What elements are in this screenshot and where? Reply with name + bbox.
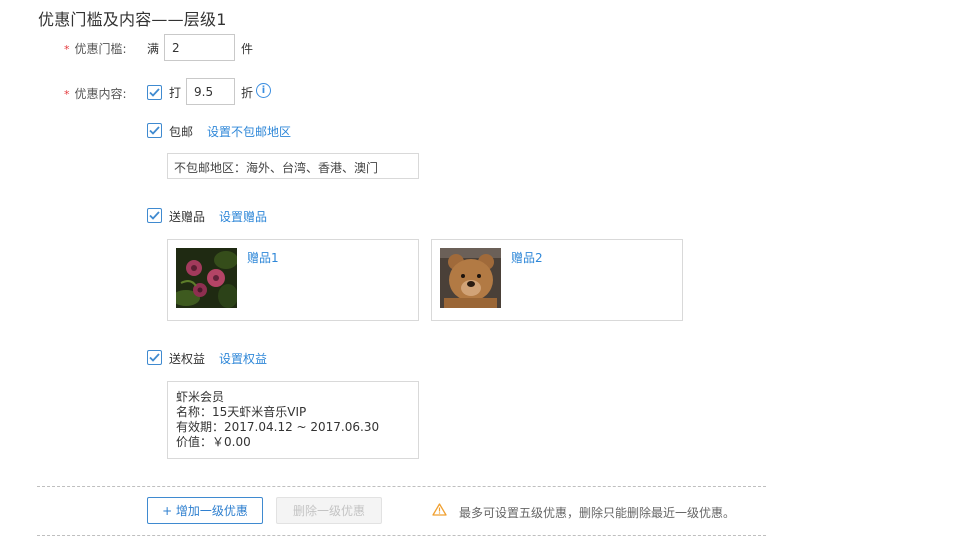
divider-bottom: [37, 535, 766, 536]
delete-level-button[interactable]: 删除一级优惠: [276, 497, 382, 524]
excluded-regions-text: 不包邮地区：海外、台湾、香港、澳门: [174, 161, 379, 175]
shipping-checkbox[interactable]: [147, 123, 162, 138]
threshold-prefix: 满: [147, 42, 160, 56]
add-level-button[interactable]: + 增加一级优惠: [147, 497, 263, 524]
threshold-quantity-input[interactable]: [164, 34, 235, 61]
benefit-name: 名称：15天虾米音乐VIP: [176, 405, 307, 419]
content-label-group: * 优惠内容:: [64, 85, 127, 102]
checkmark-icon: [149, 211, 160, 220]
benefit-title: 虾米会员: [176, 390, 225, 404]
gifts-checkbox[interactable]: [147, 208, 162, 223]
warning-triangle-icon: [432, 503, 447, 516]
benefits-checkbox[interactable]: [147, 350, 162, 365]
set-benefits-link[interactable]: 设置权益: [219, 350, 267, 367]
discount-prefix: 打: [169, 86, 182, 100]
set-gifts-link[interactable]: 设置赠品: [219, 208, 267, 225]
benefits-label: 送权益: [169, 352, 206, 366]
excluded-regions-box: 不包邮地区：海外、台湾、香港、澳门: [167, 153, 419, 179]
set-excluded-regions-link[interactable]: 设置不包邮地区: [207, 123, 291, 140]
benefit-card: 虾米会员 名称：15天虾米音乐VIP 有效期：2017.04.12 ~ 2017…: [167, 381, 419, 459]
required-asterisk-icon: *: [64, 88, 70, 101]
benefit-validity: 有效期：2017.04.12 ~ 2017.06.30: [176, 420, 380, 434]
gift-card[interactable]: 赠品2: [431, 239, 683, 321]
info-icon[interactable]: i: [256, 83, 271, 98]
benefit-details: 虾米会员 名称：15天虾米音乐VIP 有效期：2017.04.12 ~ 2017…: [176, 390, 379, 450]
page-title: 优惠门槛及内容——层级1: [38, 10, 227, 29]
gift-name[interactable]: 赠品1: [247, 249, 279, 266]
shipping-label: 包邮: [169, 125, 194, 139]
checkmark-icon: [149, 126, 160, 135]
gift-card[interactable]: 赠品1: [167, 239, 419, 321]
benefit-value: 价值：￥0.00: [176, 435, 251, 449]
warning-text: 最多可设置五级优惠，删除只能删除最近一级优惠。: [459, 506, 736, 520]
required-asterisk-icon: *: [64, 43, 70, 56]
divider-top: [37, 486, 766, 487]
flower-photo: [176, 248, 237, 308]
discount-rate-input[interactable]: [186, 78, 235, 105]
discount-suffix: 折: [241, 86, 254, 100]
gifts-label: 送赠品: [169, 210, 206, 224]
checkmark-icon: [149, 353, 160, 362]
threshold-suffix: 件: [241, 42, 254, 56]
content-label: 优惠内容:: [74, 87, 127, 101]
checkmark-icon: [149, 88, 160, 97]
teddy-bear-photo: [440, 248, 501, 308]
gift-name[interactable]: 赠品2: [511, 249, 543, 266]
discount-checkbox[interactable]: [147, 85, 162, 100]
threshold-label-group: * 优惠门槛:: [64, 40, 127, 57]
threshold-label: 优惠门槛:: [74, 42, 127, 56]
